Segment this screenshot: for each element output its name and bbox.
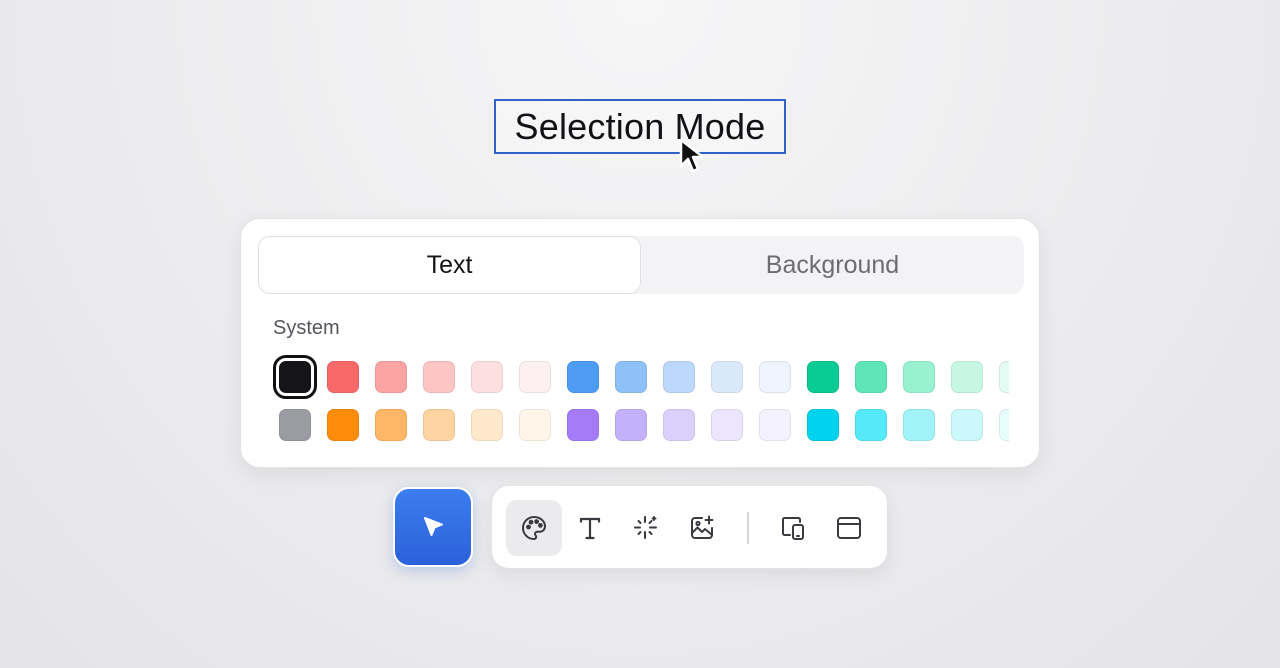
color-swatch[interactable] — [663, 409, 695, 441]
color-swatch[interactable] — [711, 409, 743, 441]
color-swatch[interactable] — [327, 361, 359, 393]
editing-toolbar — [491, 485, 888, 569]
color-swatch[interactable] — [855, 409, 887, 441]
image-sparkle-icon — [691, 515, 714, 539]
selection-mode-heading: Selection Mode — [494, 99, 786, 154]
color-swatch[interactable] — [759, 409, 791, 441]
color-swatch[interactable] — [423, 361, 455, 393]
palette-section-label: System — [273, 317, 340, 339]
color-picker-panel: Text Background System — [240, 218, 1040, 468]
pointer-arrow-icon — [424, 517, 443, 536]
color-swatch[interactable] — [375, 361, 407, 393]
color-swatch[interactable] — [567, 409, 599, 441]
text-icon — [579, 517, 601, 540]
palette-tool-button[interactable] — [506, 500, 562, 556]
color-swatch[interactable] — [663, 361, 695, 393]
color-swatch[interactable] — [615, 361, 647, 393]
color-target-tabs: Text Background — [258, 236, 1024, 294]
toolbar-divider — [747, 512, 749, 544]
color-swatch[interactable] — [471, 409, 503, 441]
color-swatch[interactable] — [375, 409, 407, 441]
color-swatch[interactable] — [567, 361, 599, 393]
color-swatch[interactable] — [471, 361, 503, 393]
responsive-preview-button[interactable] — [765, 500, 821, 556]
text-tool-button[interactable] — [562, 500, 618, 556]
window-icon — [837, 517, 861, 539]
tab-background[interactable]: Background — [641, 236, 1024, 294]
ai-image-tool-button[interactable] — [674, 500, 730, 556]
color-swatch[interactable] — [951, 409, 983, 441]
color-swatch[interactable] — [759, 361, 791, 393]
sparkles-icon — [634, 516, 657, 539]
selection-mode-text: Selection Mode — [514, 105, 766, 147]
color-swatch[interactable] — [519, 409, 551, 441]
sparkles-tool-button[interactable] — [618, 500, 674, 556]
tab-text[interactable]: Text — [258, 236, 641, 294]
devices-icon — [782, 517, 804, 540]
color-swatch[interactable] — [423, 409, 455, 441]
color-swatch[interactable] — [951, 361, 983, 393]
color-swatch[interactable] — [807, 361, 839, 393]
palette-icon — [522, 516, 546, 540]
color-swatch[interactable] — [903, 409, 935, 441]
color-swatch[interactable] — [273, 355, 317, 399]
color-swatch[interactable] — [519, 361, 551, 393]
window-view-button[interactable] — [821, 500, 877, 556]
color-swatch[interactable] — [903, 361, 935, 393]
color-swatch[interactable] — [327, 409, 359, 441]
color-swatch-grid — [273, 355, 1009, 445]
select-tool-button[interactable] — [393, 487, 473, 567]
color-swatch[interactable] — [615, 409, 647, 441]
color-swatch[interactable] — [855, 361, 887, 393]
color-swatch[interactable] — [807, 409, 839, 441]
mouse-cursor-icon — [679, 138, 705, 173]
color-swatch[interactable] — [279, 409, 311, 441]
color-swatch[interactable] — [999, 361, 1009, 393]
color-swatch[interactable] — [711, 361, 743, 393]
color-swatch[interactable] — [999, 409, 1009, 441]
